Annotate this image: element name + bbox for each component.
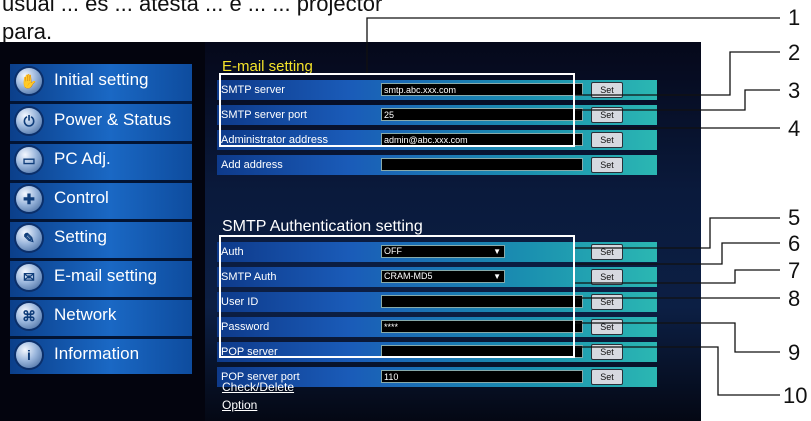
power-icon: ⏻ (16, 108, 42, 134)
add-address-input[interactable] (381, 158, 583, 171)
envelope-icon: ✉ (16, 264, 42, 290)
set-button[interactable]: Set (591, 294, 623, 310)
callout-number: 3 (788, 78, 801, 103)
monitor-icon: ▭ (16, 147, 42, 173)
sidebar-item-label: Network (54, 305, 117, 324)
sidebar: ✋ Initial setting ⏻ Power & Status ▭ PC … (10, 64, 192, 374)
wrench-icon: ✎ (16, 225, 42, 251)
callout-number: 6 (788, 231, 801, 256)
option-link[interactable]: Option (222, 398, 257, 412)
sidebar-item-label: Initial setting (54, 70, 149, 89)
sidebar-item-label: Power & Status (54, 110, 172, 129)
pop-port-input[interactable]: 110 (381, 370, 583, 383)
sidebar-item-network[interactable]: ⌘ Network (10, 299, 192, 337)
row-label: Add address (221, 159, 283, 171)
sidebar-item-label: PC Adj. (54, 149, 111, 168)
intro-line-1: usual ... es ... atesta ... e ... ... pr… (2, 0, 383, 16)
sidebar-item-label: Information (54, 344, 140, 363)
callout-number: 8 (788, 286, 801, 311)
check-delete-link[interactable]: Check/Delete (222, 380, 294, 394)
row-add-address: Add address Set (217, 155, 657, 175)
set-button[interactable]: Set (591, 369, 623, 385)
callout-number: 4 (788, 116, 801, 141)
sidebar-item-power-status[interactable]: ⏻ Power & Status (10, 104, 192, 142)
highlight-frame (219, 235, 575, 358)
set-button[interactable]: Set (591, 107, 623, 123)
intro-text: usual ... es ... atesta ... e ... ... pr… (2, 0, 382, 46)
sidebar-item-label: Control (54, 188, 109, 207)
callout-number: 5 (788, 205, 801, 230)
dpad-icon: ✚ (16, 186, 42, 212)
sidebar-item-initial-setting[interactable]: ✋ Initial setting (10, 64, 192, 102)
set-button[interactable]: Set (591, 132, 623, 148)
highlight-frame (219, 73, 575, 147)
set-button[interactable]: Set (591, 319, 623, 335)
set-button[interactable]: Set (591, 344, 623, 360)
sidebar-item-setting[interactable]: ✎ Setting (10, 221, 192, 259)
callout-number: 7 (788, 258, 801, 283)
callout-number: 9 (788, 340, 801, 365)
callout-number: 2 (788, 40, 801, 65)
sidebar-item-control[interactable]: ✚ Control (10, 182, 192, 220)
sidebar-item-label: Setting (54, 227, 107, 246)
set-button[interactable]: Set (591, 157, 623, 173)
sidebar-item-email-setting[interactable]: ✉ E-mail setting (10, 260, 192, 298)
set-button[interactable]: Set (591, 82, 623, 98)
network-icon: ⌘ (16, 303, 42, 329)
callout-number: 1 (788, 5, 801, 30)
sidebar-item-label: E-mail setting (54, 266, 157, 285)
callout-number: 10 (783, 383, 808, 408)
info-icon: i (16, 342, 42, 368)
set-button[interactable]: Set (591, 269, 623, 285)
sidebar-item-pc-adj[interactable]: ▭ PC Adj. (10, 143, 192, 181)
hand-icon: ✋ (16, 68, 42, 94)
set-button[interactable]: Set (591, 244, 623, 260)
sidebar-item-information[interactable]: i Information (10, 338, 192, 376)
smtp-auth-title: SMTP Authentication setting (222, 218, 423, 235)
